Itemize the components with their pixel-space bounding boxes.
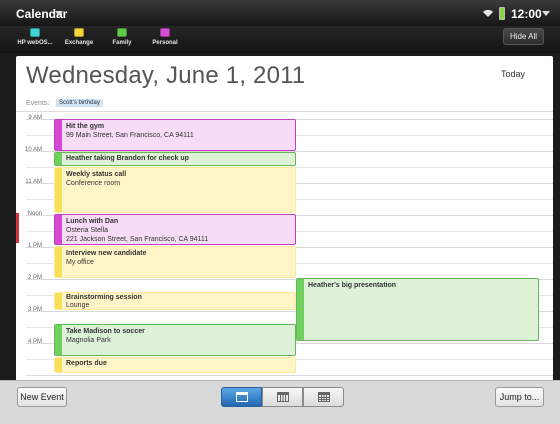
calendar-filter-label: Personal	[152, 40, 178, 46]
calendar-color-swatch-icon	[160, 28, 170, 37]
today-button[interactable]: Today	[501, 69, 525, 79]
calendar-filter-label: Family	[112, 40, 132, 46]
calendar-color-bar	[55, 215, 62, 244]
hour-label: 3 PM	[27, 307, 42, 313]
event-reports-due[interactable]: Reports due	[54, 357, 296, 373]
battery-icon	[499, 7, 505, 20]
event-title: Heather's big presentation	[308, 282, 397, 289]
event-title: Hit the gym	[66, 123, 105, 130]
event-interview-candidate[interactable]: Interview new candidate My office	[54, 246, 296, 278]
clock: 12:00	[511, 7, 542, 21]
calendar-color-bar	[55, 325, 62, 355]
calendar-color-bar	[55, 168, 62, 212]
hour-label: 1 PM	[27, 243, 42, 249]
calendar-filter-exchange[interactable]: Exchange	[63, 28, 95, 52]
calendar-filter-bar: HP webOS... Exchange Family Personal	[0, 26, 560, 53]
day-view-button[interactable]	[221, 387, 262, 407]
calendar-color-bar	[55, 293, 62, 309]
current-time-marker	[16, 213, 19, 243]
calendar-color-swatch-icon	[30, 28, 40, 37]
page-title: Wednesday, June 1, 2011	[26, 62, 306, 89]
calendar-filter-personal[interactable]: Personal	[150, 28, 180, 52]
event-title: Brainstorming session	[66, 294, 142, 301]
event-title: Reports due	[66, 360, 107, 367]
week-view-button[interactable]	[262, 387, 303, 407]
event-location: My office	[66, 259, 94, 266]
hide-all-button[interactable]: Hide All	[503, 28, 544, 45]
event-location: Magnolia Park	[66, 337, 111, 344]
event-hit-the-gym[interactable]: Hit the gym 99 Main Street, San Francisc…	[54, 119, 296, 151]
hour-gridline	[26, 375, 553, 376]
event-title: Heather taking Brandon for check up	[66, 155, 189, 162]
calendar-color-bar	[55, 358, 62, 372]
calendar-color-bar	[55, 247, 62, 277]
day-view-icon	[236, 392, 248, 402]
event-heathers-presentation[interactable]: Heather's big presentation	[296, 278, 539, 341]
event-take-madison-soccer[interactable]: Take Madison to soccer Magnolia Park	[54, 324, 296, 356]
event-location: Lounge	[66, 302, 90, 309]
hour-label: 11 AM	[25, 179, 42, 185]
wifi-icon	[483, 9, 493, 17]
hour-label: Noon	[27, 211, 42, 217]
event-title: Take Madison to soccer	[66, 328, 145, 335]
hour-label: 10 AM	[24, 147, 42, 153]
event-location: 99 Main Street, San Francisco, CA 94111	[66, 132, 194, 139]
calendar-color-swatch-icon	[74, 28, 84, 37]
hour-label: 2 PM	[27, 275, 42, 281]
calendar-color-bar	[297, 279, 304, 340]
event-weekly-status-call[interactable]: Weekly status call Conference room	[54, 167, 296, 213]
week-view-icon	[277, 392, 289, 402]
day-view: Wednesday, June 1, 2011 Today Events: Sc…	[16, 56, 553, 412]
calendar-filter-hp-webos[interactable]: HP webOS...	[14, 28, 56, 52]
status-bar: Calendar 12:00	[0, 0, 560, 26]
event-heather-check-up[interactable]: Heather taking Brandon for check up	[54, 152, 296, 166]
event-lunch-with-dan[interactable]: Lunch with Dan Osteria Stella 221 Jackso…	[54, 214, 296, 245]
calendar-filter-label: Exchange	[64, 40, 94, 46]
event-title: Weekly status call	[66, 171, 127, 178]
event-location: Osteria Stella	[66, 227, 109, 234]
calendar-filter-label: HP webOS...	[17, 40, 53, 46]
calendar-color-swatch-icon	[117, 28, 127, 37]
calendar-filter-family[interactable]: Family	[109, 28, 135, 52]
all-day-event[interactable]: Scott's birthday	[56, 99, 103, 107]
event-title: Lunch with Dan	[66, 218, 119, 225]
calendar-color-bar	[55, 153, 62, 165]
all-day-divider	[16, 111, 553, 112]
month-view-icon	[318, 392, 330, 402]
calendar-color-bar	[55, 120, 62, 150]
event-title: Interview new candidate	[66, 250, 147, 257]
hour-label: 9 AM	[28, 115, 42, 121]
app-menu-caret-icon[interactable]	[55, 11, 63, 16]
event-brainstorming-session[interactable]: Brainstorming session Lounge	[54, 292, 296, 310]
device-menu-caret-icon[interactable]	[542, 11, 550, 16]
new-event-button[interactable]: New Event	[17, 387, 67, 407]
month-view-button[interactable]	[303, 387, 344, 407]
hour-label: 4 PM	[27, 339, 42, 345]
all-day-events-label: Events:	[26, 100, 50, 107]
event-address: 221 Jackson Street, San Francisco, CA 94…	[66, 236, 209, 243]
jump-to-button[interactable]: Jump to...	[495, 387, 544, 407]
event-location: Conference room	[66, 180, 121, 187]
